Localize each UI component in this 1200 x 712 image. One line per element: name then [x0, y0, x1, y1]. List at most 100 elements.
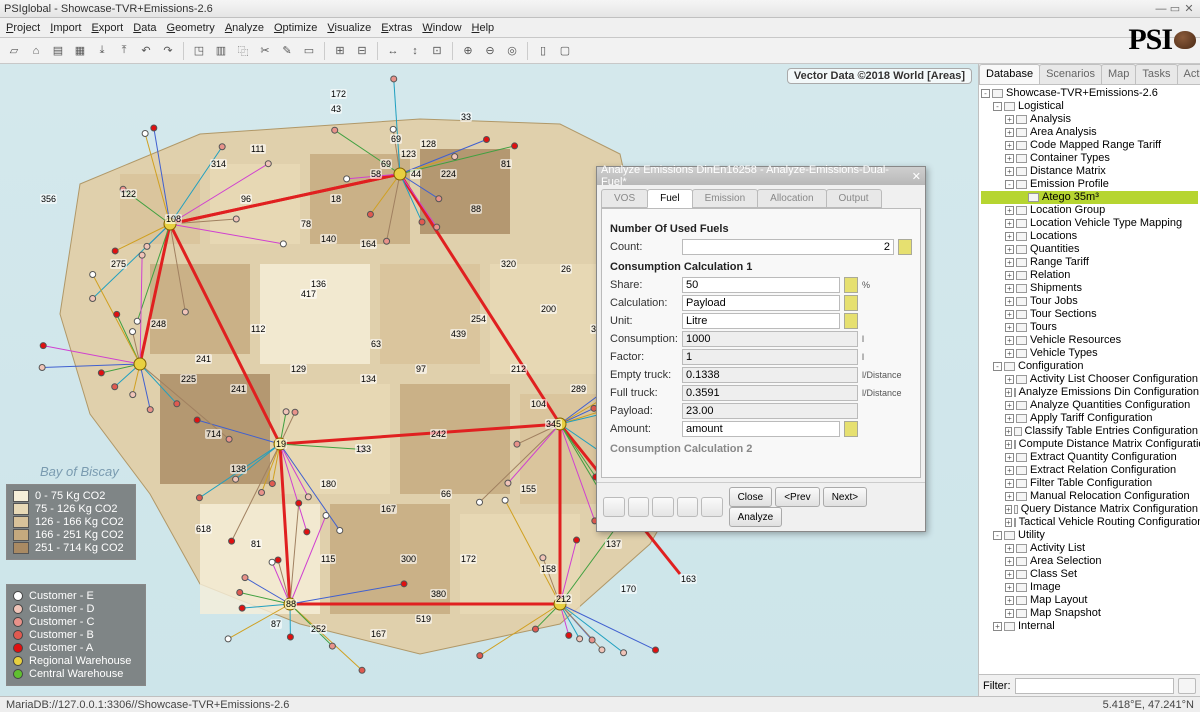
tree-node[interactable]: +Extract Relation Configuration — [981, 464, 1198, 477]
dlg-icon-saveas[interactable] — [677, 497, 699, 517]
tree-node[interactable]: +Manual Relocation Configuration — [981, 490, 1198, 503]
tree-toggle-icon[interactable]: + — [1005, 323, 1014, 332]
undo-icon[interactable]: ↶ — [136, 41, 156, 61]
tree-toggle-icon[interactable]: - — [1005, 180, 1014, 189]
tree-toggle-icon[interactable]: + — [1005, 453, 1014, 462]
layout-icon[interactable]: ⊡ — [427, 41, 447, 61]
menu-export[interactable]: Export — [91, 22, 123, 34]
filter-button[interactable] — [1178, 678, 1196, 694]
tree-node[interactable]: Atego 35m³ — [981, 191, 1198, 204]
menu-extras[interactable]: Extras — [381, 22, 412, 34]
tree-toggle-icon[interactable]: + — [1005, 505, 1012, 514]
tree-node[interactable]: +Container Types — [981, 152, 1198, 165]
zoom-out-icon[interactable]: ⊖ — [480, 41, 500, 61]
tree-toggle-icon[interactable]: + — [1005, 154, 1014, 163]
select-icon[interactable]: ▭ — [299, 41, 319, 61]
tree-toggle-icon[interactable]: + — [1005, 479, 1014, 488]
group-icon[interactable]: ⊞ — [330, 41, 350, 61]
tree-toggle-icon[interactable]: + — [1005, 557, 1014, 566]
tree-node[interactable]: +Locations — [981, 230, 1198, 243]
database-tree[interactable]: -Showcase-TVR+Emissions-2.6-Logistical+A… — [979, 85, 1200, 674]
menu-analyze[interactable]: Analyze — [225, 22, 264, 34]
tree-node[interactable]: -Utility — [981, 529, 1198, 542]
count-spinner[interactable] — [898, 239, 912, 255]
tree-node[interactable]: -Emission Profile — [981, 178, 1198, 191]
tree-node[interactable]: +Range Tariff — [981, 256, 1198, 269]
import-icon[interactable]: ⤓ — [92, 41, 112, 61]
win-cascade-icon[interactable]: ▢ — [555, 41, 575, 61]
dlg-icon-delete[interactable] — [701, 497, 723, 517]
tree-node[interactable]: +Classify Table Entries Configuration — [981, 425, 1198, 438]
tree-toggle-icon[interactable]: + — [1005, 414, 1014, 423]
menu-window[interactable]: Window — [422, 22, 461, 34]
tree-toggle-icon[interactable]: + — [1005, 518, 1012, 527]
tab-activit[interactable]: Activit... — [1177, 64, 1200, 84]
tree-node[interactable]: +Apply Tariff Configuration — [981, 412, 1198, 425]
tree-toggle-icon[interactable]: + — [1005, 310, 1014, 319]
tree-node[interactable]: -Configuration — [981, 360, 1198, 373]
tree-node[interactable]: +Tactical Vehicle Routing Configuration — [981, 516, 1198, 529]
tree-toggle-icon[interactable]: + — [1005, 401, 1014, 410]
save-all-icon[interactable]: ▦ — [70, 41, 90, 61]
zoom-in-icon[interactable]: ⊕ — [458, 41, 478, 61]
tree-toggle-icon[interactable]: + — [1005, 245, 1014, 254]
tree-node[interactable]: +Activity List Chooser Configuration — [981, 373, 1198, 386]
tree-toggle-icon[interactable]: + — [1005, 206, 1014, 215]
tree-toggle-icon[interactable]: + — [1005, 258, 1014, 267]
cut-icon[interactable]: ✂ — [255, 41, 275, 61]
tree-toggle-icon[interactable]: + — [1005, 128, 1014, 137]
tree-node[interactable]: +Internal — [981, 620, 1198, 633]
redo-icon[interactable]: ↷ — [158, 41, 178, 61]
tree-node[interactable]: +Class Set — [981, 568, 1198, 581]
maximize-icon[interactable]: ▭ — [1168, 2, 1182, 15]
field-input[interactable] — [682, 295, 840, 311]
field-input[interactable] — [682, 277, 840, 293]
tab-scenarios[interactable]: Scenarios — [1039, 64, 1102, 84]
save-icon[interactable]: ▤ — [48, 41, 68, 61]
open-icon[interactable]: ⌂ — [26, 41, 46, 61]
dlg-tab-vos[interactable]: VOS — [601, 189, 648, 208]
tab-tasks[interactable]: Tasks — [1135, 64, 1177, 84]
tree-node[interactable]: +Filter Table Configuration — [981, 477, 1198, 490]
tree-node[interactable]: -Showcase-TVR+Emissions-2.6 — [981, 87, 1198, 100]
count-input[interactable] — [682, 239, 894, 255]
dlg-tab-allocation[interactable]: Allocation — [757, 189, 826, 208]
map-viewport[interactable]: 1723311169128123695844224813141223561089… — [0, 64, 978, 696]
dropdown-icon[interactable] — [844, 313, 858, 329]
tree-toggle-icon[interactable]: + — [1005, 115, 1014, 124]
tree-toggle-icon[interactable]: + — [1005, 466, 1014, 475]
dlg-tab-emission[interactable]: Emission — [692, 189, 759, 208]
tree-toggle-icon[interactable]: - — [993, 102, 1002, 111]
tree-node[interactable]: -Logistical — [981, 100, 1198, 113]
tree-node[interactable]: +Activity List — [981, 542, 1198, 555]
dlg-next-button[interactable]: Next> — [823, 487, 867, 507]
tree-node[interactable]: +Location Vehicle Type Mapping — [981, 217, 1198, 230]
tab-database[interactable]: Database — [979, 64, 1040, 84]
tree-node[interactable]: +Code Mapped Range Tariff — [981, 139, 1198, 152]
tree-node[interactable]: +Vehicle Types — [981, 347, 1198, 360]
tree-node[interactable]: +Compute Distance Matrix Configuration — [981, 438, 1198, 451]
tree-node[interactable]: +Area Analysis — [981, 126, 1198, 139]
menu-project[interactable]: Project — [6, 22, 40, 34]
tree-toggle-icon[interactable]: + — [1005, 219, 1014, 228]
tree-node[interactable]: +Extract Quantity Configuration — [981, 451, 1198, 464]
dialog-titlebar[interactable]: Analyze Emissions DinEn16258 - Analyze-E… — [597, 167, 925, 185]
filter-input[interactable] — [1015, 678, 1175, 694]
tree-node[interactable]: +Tours — [981, 321, 1198, 334]
ungroup-icon[interactable]: ⊟ — [352, 41, 372, 61]
tree-node[interactable]: +Tour Sections — [981, 308, 1198, 321]
tab-map[interactable]: Map — [1101, 64, 1136, 84]
dlg-tab-fuel[interactable]: Fuel — [647, 189, 692, 208]
tree-toggle-icon[interactable]: + — [1005, 167, 1014, 176]
tree-node[interactable]: +Map Snapshot — [981, 607, 1198, 620]
paste-icon[interactable]: ✎ — [277, 41, 297, 61]
tree-node[interactable]: +Vehicle Resources — [981, 334, 1198, 347]
tree-toggle-icon[interactable]: + — [1005, 388, 1012, 397]
menu-visualize[interactable]: Visualize — [327, 22, 371, 34]
tree-toggle-icon[interactable]: + — [1005, 375, 1014, 384]
dlg-tab-output[interactable]: Output — [826, 189, 882, 208]
tree-node[interactable]: +Quantities — [981, 243, 1198, 256]
tree-toggle-icon[interactable]: - — [993, 362, 1002, 371]
field-input[interactable] — [682, 313, 840, 329]
tree-node[interactable]: +Tour Jobs — [981, 295, 1198, 308]
